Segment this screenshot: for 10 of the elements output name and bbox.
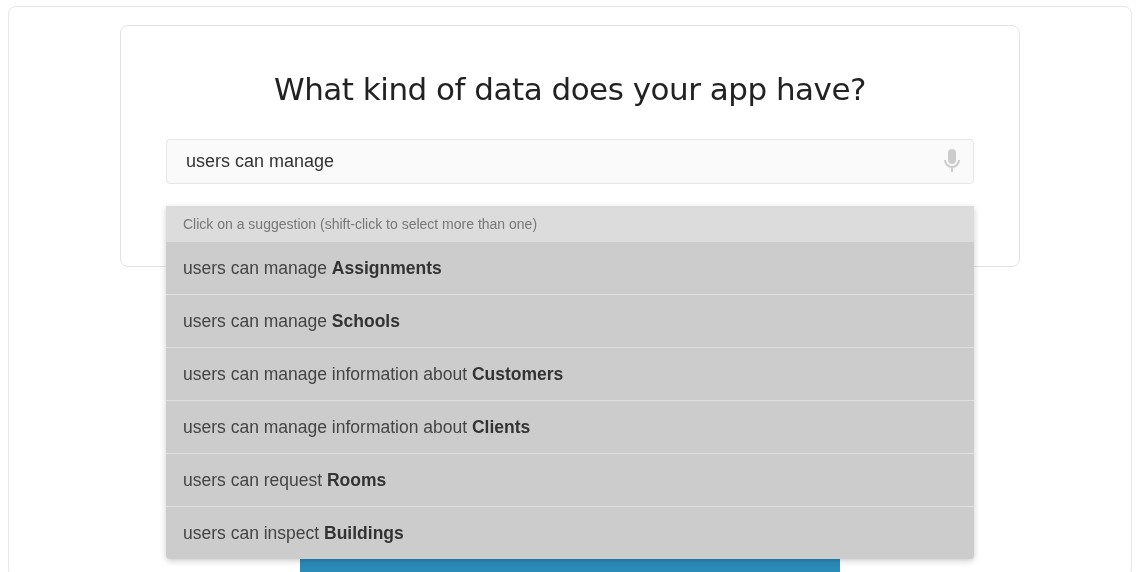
suggestion-item[interactable]: users can manage Schools [166, 294, 974, 347]
suggestion-item[interactable]: users can manage information about Clients [166, 400, 974, 453]
suggestion-hint: Click on a suggestion (shift-click to select more than one) [166, 206, 974, 242]
question-title: What kind of data does your app have? [274, 71, 866, 107]
suggestion-item[interactable]: users can request Rooms [166, 453, 974, 506]
suggestion-item[interactable]: users can manage information about Customers [166, 347, 974, 400]
microphone-icon[interactable] [944, 149, 960, 173]
suggestion-item[interactable]: users can inspect Buildings [166, 506, 974, 559]
search-field[interactable]: users can manage [166, 139, 974, 184]
suggestion-item[interactable]: users can manage Assignments [166, 242, 974, 294]
